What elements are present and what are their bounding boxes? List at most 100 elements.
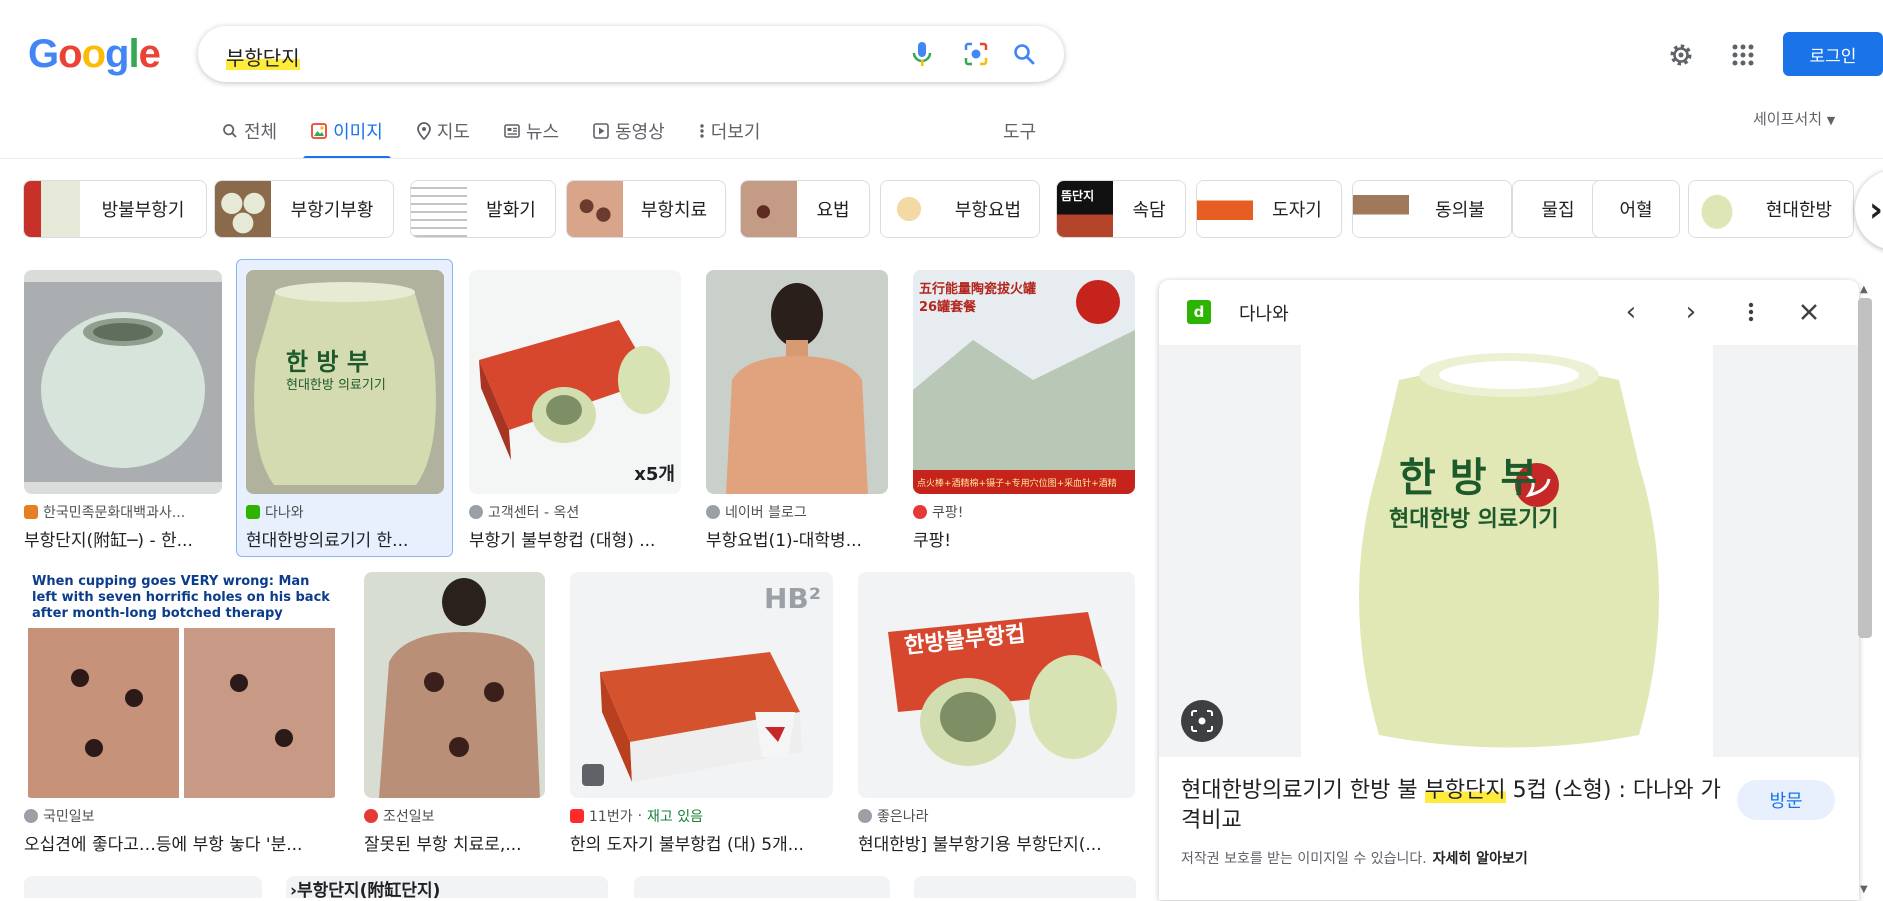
chip-thumbnail <box>741 181 797 237</box>
tools-button[interactable]: 도구 <box>1003 118 1036 144</box>
microphone-icon[interactable] <box>908 40 936 68</box>
result-title[interactable]: 잘못된 부항 치료로,... <box>364 830 545 855</box>
result-source[interactable]: 쿠팡! <box>913 502 1135 522</box>
learn-more-link[interactable]: 자세히 알아보기 <box>1433 851 1528 867</box>
image-result[interactable]: HB² 11번가 · 재고 있음 한의 도자기 불부항컵 (대) 5개... <box>570 572 833 855</box>
search-icon <box>223 124 237 138</box>
preview-image[interactable]: 한 방 부 현대한방 의료기기 <box>1159 345 1859 757</box>
image-icon <box>311 123 328 139</box>
result-image[interactable] <box>706 270 888 494</box>
chip-related[interactable]: 부항요법 <box>880 180 1040 238</box>
result-image[interactable]: x5개 <box>469 270 681 494</box>
tab-more[interactable]: 더보기 <box>699 118 760 156</box>
chip-label: 동의불 <box>1435 200 1485 221</box>
close-icon[interactable] <box>1795 298 1823 326</box>
more-vertical-icon <box>700 124 704 138</box>
image-result[interactable]: x5개 고객센터 - 옥션 부항기 불부항컵 (대형) ... <box>469 270 681 551</box>
panel-scrollbar[interactable] <box>1858 298 1872 638</box>
image-result-partial[interactable] <box>634 876 890 898</box>
more-options-icon[interactable] <box>1737 298 1765 326</box>
result-image[interactable]: HB² <box>570 572 833 798</box>
result-image[interactable] <box>364 572 545 798</box>
image-result[interactable]: 五行能量陶瓷拔火罐 26罐套餐 点火棒+酒精棉+镊子+专用穴位图+采血针+酒精 … <box>913 270 1135 551</box>
image-result[interactable]: 조선일보 잘못된 부항 치료로,... <box>364 572 545 855</box>
previous-arrow-icon[interactable]: ‹ <box>1617 297 1645 327</box>
result-image[interactable]: 한 방 부 현대한방 의료기기 <box>246 270 444 494</box>
result-source[interactable]: 11번가 · 재고 있음 <box>570 806 833 826</box>
stock-status: 재고 있음 <box>647 809 704 825</box>
chip-related[interactable]: 부항치료 <box>566 180 726 238</box>
tab-maps[interactable]: 지도 <box>416 118 470 156</box>
next-arrow-icon[interactable]: › <box>1677 297 1705 327</box>
google-logo[interactable]: Google <box>28 32 161 77</box>
image-result[interactable]: 네이버 블로그 부항요법(1)-대학병... <box>706 270 888 551</box>
result-source[interactable]: 네이버 블로그 <box>706 502 888 522</box>
result-image[interactable]: When cupping goes VERY wrong: Man left w… <box>24 572 339 798</box>
chip-thumbnail <box>1353 181 1409 237</box>
chip-related[interactable]: 현대한방 <box>1688 180 1854 238</box>
result-image[interactable]: 五行能量陶瓷拔火罐 26罐套餐 点火棒+酒精棉+镊子+专用穴位图+采血针+酒精 <box>913 270 1135 494</box>
result-title[interactable]: 현대한방의료기기 한... <box>246 526 444 551</box>
result-source[interactable]: 좋은나라 <box>858 806 1135 826</box>
result-title[interactable]: 오십견에 좋다고…등에 부항 놓다 '분... <box>24 830 339 855</box>
scroll-up-arrow-icon[interactable]: ▲ <box>1860 284 1868 295</box>
chip-related[interactable]: 요법 <box>740 180 870 238</box>
result-title[interactable]: 한의 도자기 불부항컵 (대) 5개... <box>570 830 833 855</box>
chip-related[interactable]: 물집 <box>1512 180 1604 238</box>
search-input[interactable]: 부항단지 <box>226 42 300 71</box>
chip-related[interactable]: 도자기 <box>1196 180 1342 238</box>
panel-site-name[interactable]: 다나와 <box>1239 300 1289 326</box>
visit-button[interactable]: 방문 <box>1737 780 1835 820</box>
result-source[interactable]: 다나와 <box>246 502 444 522</box>
tab-all[interactable]: 전체 <box>222 118 277 156</box>
result-title[interactable]: 부항기 불부항컵 (대형) ... <box>469 526 681 551</box>
play-icon <box>593 123 609 139</box>
source-name: 고객센터 - 옥션 <box>488 505 580 521</box>
result-title[interactable]: 부항단지(附缸─) - 한... <box>24 526 222 551</box>
lens-search-icon[interactable] <box>1181 700 1223 742</box>
chip-label: 어혈 <box>1619 200 1653 221</box>
source-name: 쿠팡! <box>932 505 964 521</box>
apps-grid-icon[interactable] <box>1728 40 1758 70</box>
result-image[interactable]: 한방불부항컵 <box>858 572 1135 798</box>
chip-related[interactable]: 부항기부황 <box>214 180 394 238</box>
chip-related[interactable]: 어혈 <box>1592 180 1680 238</box>
preview-jar-sub-text: 현대한방 의료기기 <box>1389 507 1559 532</box>
search-box[interactable]: 부항단지 <box>198 26 1064 82</box>
chevron-right-icon: › <box>1869 190 1883 230</box>
chip-related[interactable]: 발화기 <box>410 180 556 238</box>
tab-news[interactable]: 뉴스 <box>504 118 559 156</box>
scroll-down-arrow-icon[interactable]: ▼ <box>1860 884 1868 895</box>
result-source[interactable]: 고객센터 - 옥션 <box>469 502 681 522</box>
image-result[interactable]: 한 방 부 현대한방 의료기기 다나와 현대한방의료기기 한... <box>246 270 444 551</box>
result-image[interactable] <box>24 270 222 494</box>
result-source[interactable]: 한국민족문화대백과사... <box>24 502 222 522</box>
quantity-badge: x5개 <box>634 464 675 485</box>
image-result[interactable]: 한방불부항컵 좋은나라 현대한방] 불부항기용 부항단지(... <box>858 572 1135 855</box>
camera-lens-icon[interactable] <box>962 40 990 68</box>
result-title[interactable]: 쿠팡! <box>913 526 1135 551</box>
tab-videos[interactable]: 동영상 <box>593 118 665 156</box>
result-title[interactable]: 부항요법(1)-대학병... <box>706 526 888 551</box>
chip-scroll-right-button[interactable]: › <box>1855 170 1883 250</box>
safesearch-button[interactable]: 세이프서치 ▼ <box>1753 108 1835 129</box>
result-title[interactable]: 현대한방] 불부항기용 부항단지(... <box>858 830 1135 855</box>
image-result[interactable]: When cupping goes VERY wrong: Man left w… <box>24 572 339 855</box>
chip-related[interactable]: 뜸단지 속담 <box>1056 180 1186 238</box>
result-source[interactable]: 조선일보 <box>364 806 545 826</box>
image-result-partial[interactable]: ›부항단지(附缸단지) <box>286 876 608 901</box>
result-source[interactable]: 국민일보 <box>24 806 339 826</box>
preview-title[interactable]: 현대한방의료기기 한방 불 부항단지 5컵 (소형) : 다나와 가격비교 <box>1181 776 1721 836</box>
chip-related[interactable]: 동의불 <box>1352 180 1512 238</box>
login-button[interactable]: 로그인 <box>1783 32 1883 76</box>
search-icon[interactable] <box>1010 40 1038 68</box>
tab-images[interactable]: 이미지 <box>303 118 391 159</box>
globe-icon <box>469 505 483 519</box>
gear-icon[interactable] <box>1666 40 1696 70</box>
jar-sub-text: 현대한방 의료기기 <box>286 378 386 393</box>
chip-thumbnail: 뜸단지 <box>1057 181 1113 237</box>
image-result[interactable]: 한국민족문화대백과사... 부항단지(附缸─) - 한... <box>24 270 222 551</box>
image-result-partial[interactable] <box>914 876 1136 898</box>
chip-related[interactable]: 방불부항기 <box>23 180 207 238</box>
image-result-partial[interactable] <box>24 876 262 898</box>
